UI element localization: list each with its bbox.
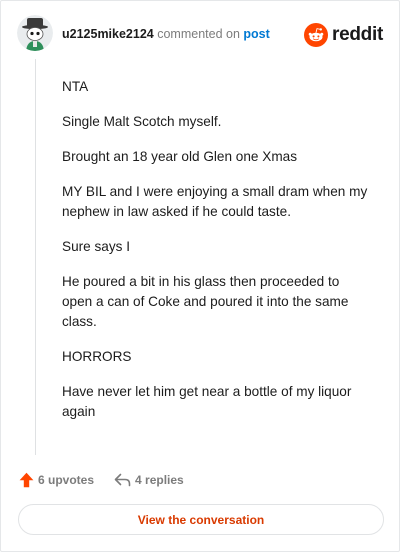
upvote-arrow-icon: [19, 472, 34, 488]
reddit-logo[interactable]: reddit: [304, 23, 383, 47]
comment-paragraph: NTA: [62, 79, 89, 94]
comment-body: NTA Single Malt Scotch myself. Brought a…: [62, 77, 372, 437]
comment-paragraph: He poured a bit in his glass then procee…: [62, 274, 349, 329]
reddit-wordmark: reddit: [332, 24, 383, 45]
comment-paragraph: MY BIL and I were enjoying a small dram …: [62, 184, 368, 219]
comment-actions: 6 upvotes 4 replies: [19, 471, 184, 489]
comment-paragraph: HORRORS: [62, 349, 132, 364]
upvote-count: 6 upvotes: [38, 473, 95, 487]
commented-on-text: commented on: [157, 27, 240, 41]
avatar-icon[interactable]: [17, 15, 53, 51]
view-conversation-button[interactable]: View the conversation: [18, 504, 384, 535]
comment-header: u2125mike2124 commented on post reddit: [17, 15, 385, 51]
comment-paragraph: Brought an 18 year old Glen one Xmas: [62, 149, 298, 164]
upvote-button[interactable]: 6 upvotes: [19, 472, 94, 488]
thread-line[interactable]: [35, 59, 36, 455]
comment-paragraph: Sure says I: [62, 239, 130, 254]
reddit-snoo-icon: [304, 23, 329, 47]
comment-byline: u2125mike2124 commented on post: [62, 27, 270, 41]
reply-arrow-icon: [114, 473, 131, 487]
comment-paragraph: Have never let him get near a bottle of …: [62, 384, 352, 419]
comment-embed-card: u2125mike2124 commented on post reddit N…: [0, 0, 400, 552]
replies-count: 4 replies: [135, 473, 184, 487]
replies-button[interactable]: 4 replies: [114, 473, 184, 487]
comment-paragraph: Single Malt Scotch myself.: [62, 114, 222, 129]
username-link[interactable]: u2125mike2124: [62, 27, 154, 41]
post-link[interactable]: post: [243, 27, 269, 41]
